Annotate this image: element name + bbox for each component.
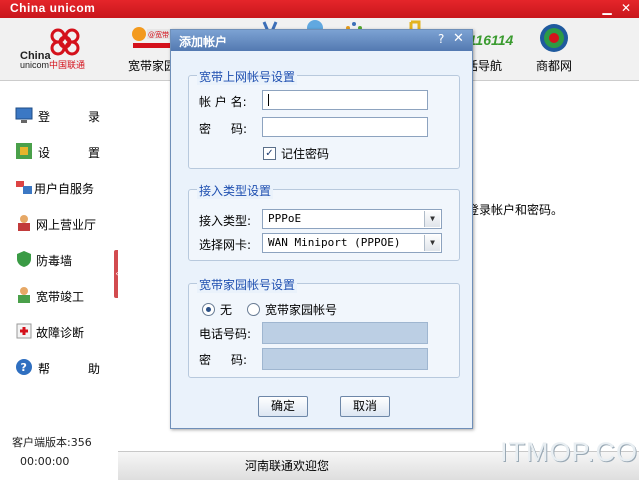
online-hall-icon <box>18 215 30 231</box>
group-title: 宽带家园帐号设置 <box>197 276 298 293</box>
label-part: 登 <box>38 110 51 124</box>
nav-label: 商都网 <box>535 59 572 73</box>
group-title: 宽带上网帐号设置 <box>197 68 298 85</box>
group-title: 接入类型设置 <box>197 182 274 199</box>
minimize-icon[interactable]: ▁ <box>600 2 614 15</box>
radio-none-label: 无 <box>220 303 233 317</box>
sidebar-item-completion[interactable]: 宽带竣工 <box>12 283 112 309</box>
nav-label: 宽带家园 <box>128 59 177 73</box>
sidebar-item-online-hall[interactable]: 网上营业厅 <box>12 211 112 237</box>
close-window-icon[interactable]: ✕ <box>619 2 633 15</box>
label-part: 帮 <box>38 362 51 376</box>
shield-icon <box>17 251 31 267</box>
username-label: 帐 户 名: <box>199 95 247 109</box>
window-title: China unicom <box>10 1 96 15</box>
dialog-close-button[interactable]: ✕ <box>453 31 464 46</box>
label-part: 码: <box>230 122 247 136</box>
sidebar-item-label: 防毒墙 <box>36 254 73 268</box>
diagnose-icon <box>16 323 32 339</box>
username-input[interactable] <box>262 90 428 110</box>
label-part: 密 <box>199 122 212 136</box>
install-icon <box>18 287 30 303</box>
brand-text: China unicom中国联通 <box>20 50 86 70</box>
ok-button[interactable]: 确定 <box>258 396 308 417</box>
nav-item-shangdu[interactable]: 商都网 <box>530 18 578 80</box>
nav-item-phone-navigation[interactable]: 116114 话导航 <box>466 18 516 80</box>
client-version: 客户端版本:356 <box>12 436 92 449</box>
dialog-help-button[interactable]: ? <box>438 32 444 46</box>
nic-select[interactable]: WAN Miniport (PPPOE) ▼ <box>262 233 442 253</box>
sidebar-item-label: 宽带竣工 <box>36 290 85 304</box>
sidebar-item-label: 网上营业厅 <box>36 218 97 232</box>
sidebar-item-self-service[interactable]: 用户自服务 <box>12 175 112 201</box>
dialog-title-bar: 添加帐户 ? ✕ <box>171 30 472 51</box>
dialog-title: 添加帐户 <box>179 35 228 49</box>
shangdu-globe-icon <box>540 24 568 52</box>
access-type-label: 接入类型: <box>199 214 252 228</box>
access-type-select[interactable]: PPPoE ▼ <box>262 209 442 229</box>
access-type-group: 接入类型设置 接入类型: PPPoE ▼ 选择网卡: WAN Miniport … <box>188 182 460 261</box>
select-value: PPPoE <box>268 212 302 225</box>
nav-label: 话导航 <box>466 59 503 73</box>
label-part: 设 <box>38 146 51 160</box>
sidebar-item-settings[interactable]: 设置 <box>12 139 112 165</box>
sidebar: 登录 设置 用户自服务 网上营业厅 防毒墙 宽带竣工 故障诊断 ? 帮助 客户端… <box>0 81 118 479</box>
label-part: 助 <box>87 362 100 376</box>
add-account-dialog: 添加帐户 ? ✕ 宽带上网帐号设置 帐 户 名: 密码: ✓ 记住密码 接入类型… <box>170 29 473 429</box>
sidebar-item-label: 用户自服务 <box>34 182 95 196</box>
svg-text:?: ? <box>21 361 27 374</box>
sidebar-item-help[interactable]: ? 帮 助 <box>12 355 112 381</box>
svg-text:@宽带: @宽带 <box>148 30 169 39</box>
help-icon: ? <box>16 359 32 375</box>
label-part: 密 <box>199 353 212 367</box>
home-password-input[interactable] <box>262 348 428 370</box>
title-bar: China unicom ▁ ✕ <box>0 0 639 18</box>
text-cursor <box>268 94 269 106</box>
home-account-group: 宽带家园帐号设置 无 宽带家园帐号 电话号码: 密 码: <box>188 276 460 378</box>
self-service-icon <box>16 181 32 194</box>
account-settings-group: 宽带上网帐号设置 帐 户 名: 密 码: ✓ 记住密码 <box>188 68 460 169</box>
select-value: WAN Miniport (PPPOE) <box>268 236 401 249</box>
116114-logo-icon: 116114 <box>468 32 514 48</box>
nic-label: 选择网卡: <box>199 238 252 252</box>
session-timer: 00:00:00 <box>20 455 70 468</box>
cancel-button[interactable]: 取消 <box>340 396 390 417</box>
settings-icon <box>16 143 32 159</box>
login-hint-text: 登录帐户和密码。 <box>467 203 564 217</box>
radio-home-account[interactable] <box>247 303 260 316</box>
remember-password-checkbox[interactable]: ✓ <box>263 147 276 160</box>
sidebar-item-firewall[interactable]: 防毒墙 <box>12 247 112 273</box>
dropdown-arrow-icon[interactable]: ▼ <box>424 211 440 227</box>
phone-label: 电话号码: <box>199 327 252 341</box>
password-input[interactable] <box>262 117 428 137</box>
sidebar-item-diagnose[interactable]: 故障诊断 <box>12 319 112 345</box>
radio-home-account-label: 宽带家园帐号 <box>265 303 338 317</box>
monitor-icon <box>15 107 33 123</box>
label-part: 置 <box>87 146 100 160</box>
wo-broadband-icon: @宽带 <box>132 27 173 48</box>
welcome-message: 河南联通欢迎您 <box>245 459 330 473</box>
nav-item-broadband-home[interactable]: @宽带 宽带家园 <box>128 18 176 80</box>
dropdown-arrow-icon[interactable]: ▼ <box>424 235 440 251</box>
label-part: 码: <box>230 353 247 367</box>
sidebar-item-login[interactable]: 登录 <box>12 103 112 129</box>
watermark: ITMOP.COM <box>500 437 639 467</box>
label-part: 录 <box>87 110 100 124</box>
china-unicom-logo: China unicom中国联通 <box>18 26 98 76</box>
remember-password-label: 记住密码 <box>281 147 330 161</box>
radio-none[interactable] <box>202 303 215 316</box>
phone-input[interactable] <box>262 322 428 344</box>
sidebar-item-label: 故障诊断 <box>36 326 85 340</box>
